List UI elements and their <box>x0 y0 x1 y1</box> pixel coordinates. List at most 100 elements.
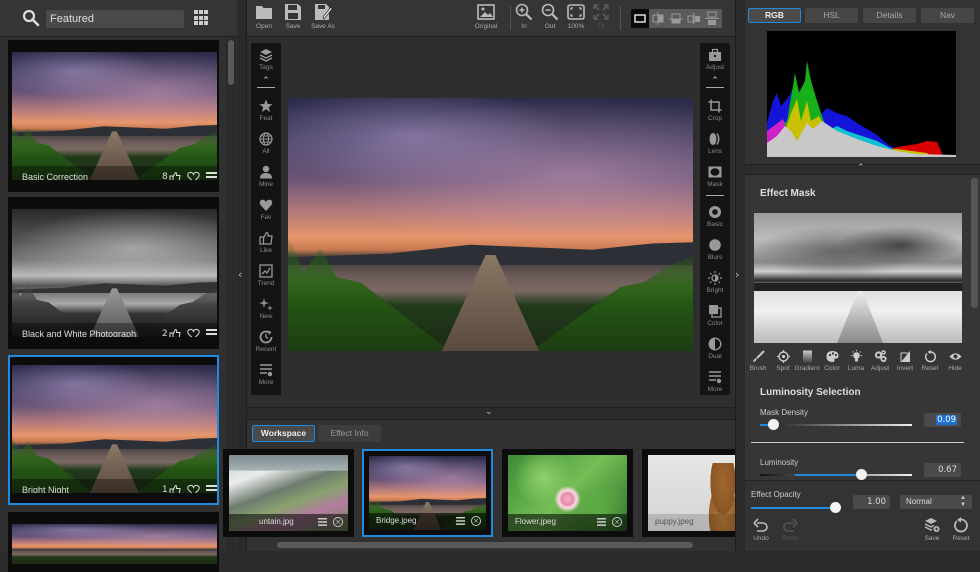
rail-item-dual[interactable]: Dual <box>700 337 730 360</box>
workspace-file[interactable]: Flower.jpeg × <box>502 449 633 537</box>
floppy-disk-icon <box>285 4 301 20</box>
heart-icon[interactable] <box>187 484 200 493</box>
tab-details[interactable]: Details <box>863 8 916 23</box>
preset-card[interactable] <box>8 512 219 572</box>
menu-icon[interactable] <box>597 518 606 526</box>
heart-icon[interactable] <box>187 328 200 337</box>
close-icon[interactable]: × <box>612 517 622 527</box>
rail-item-more[interactable]: More <box>251 363 281 386</box>
menu-icon[interactable] <box>206 485 217 493</box>
undo-button[interactable]: Undo <box>749 517 773 542</box>
thumbs-up-icon[interactable] <box>169 484 181 493</box>
adjustments-scrollbar[interactable] <box>971 178 978 308</box>
rail-item-mask[interactable]: Mask <box>700 165 730 188</box>
rail-item-new[interactable]: New <box>251 297 281 320</box>
view-split-vertical-button[interactable] <box>649 9 667 28</box>
category-field[interactable]: Featured <box>46 10 184 28</box>
effect-opacity-input[interactable]: 1.00 <box>853 495 890 509</box>
workspace-file[interactable]: untain.jpg × <box>223 449 354 537</box>
save-as-button[interactable]: Save As <box>309 3 337 30</box>
rail-item-color[interactable]: Color <box>700 304 730 327</box>
rail-item-tags[interactable]: Tags <box>251 48 281 71</box>
tab-effect-info[interactable]: Effect Info <box>318 425 381 442</box>
tab-hsl[interactable]: HSL <box>805 8 858 23</box>
mask-tool-reset[interactable]: Reset <box>917 350 943 372</box>
luminosity-slider-thumb[interactable] <box>856 469 868 480</box>
rail-item-favorites[interactable]: Fav <box>251 198 281 221</box>
rail-item-lens[interactable]: Lens <box>700 132 730 155</box>
tab-nav[interactable]: Nav <box>921 8 974 23</box>
menu-icon[interactable] <box>318 518 327 526</box>
mask-preview[interactable] <box>754 213 962 343</box>
chevron-right-icon[interactable]: › <box>735 268 739 281</box>
collapse-workspace-button[interactable]: ⌄ <box>247 407 735 420</box>
save-preset-button[interactable]: Save <box>920 517 944 542</box>
main-photo[interactable] <box>288 98 693 351</box>
redo-button[interactable]: Redo <box>778 517 802 542</box>
thumbs-up-icon[interactable] <box>169 171 181 180</box>
rail-item-featured[interactable]: Feat <box>251 99 281 122</box>
preset-card[interactable]: Basic Correction 8 <box>8 40 219 192</box>
preset-card-selected[interactable]: Bright Night 1 <box>8 355 219 505</box>
view-single-button[interactable] <box>631 9 649 28</box>
mask-tool-gradient[interactable]: Gradient <box>792 350 822 372</box>
reset-all-button[interactable]: Reset <box>949 517 973 542</box>
search-icon[interactable] <box>22 9 40 27</box>
zoom-100-button[interactable]: 100% <box>565 3 587 30</box>
mask-density-input[interactable]: 0.09 <box>924 413 961 427</box>
workspace-file[interactable]: puppy.jpeg <box>642 449 742 537</box>
heart-icon[interactable] <box>187 171 200 180</box>
blend-mode-select[interactable]: Normal ▲ ▼ <box>900 495 972 509</box>
view-top-bottom-button[interactable] <box>703 9 721 28</box>
rail-item-more-tools[interactable]: More <box>700 370 730 393</box>
mask-tool-adjust[interactable]: Adjust <box>867 350 893 372</box>
rail-item-liked[interactable]: Like <box>251 231 281 254</box>
menu-icon[interactable] <box>206 329 217 337</box>
zoom-in-button[interactable]: In <box>515 3 533 30</box>
zoom-fit-button[interactable]: Fit <box>592 3 610 30</box>
thumbs-up-icon[interactable] <box>169 328 181 337</box>
rail-item-all[interactable]: All <box>251 132 281 155</box>
luminosity-input[interactable]: 0.67 <box>924 463 961 477</box>
mask-density-slider-track[interactable] <box>760 424 912 426</box>
rail-item-blurs[interactable]: Blurs <box>700 238 730 261</box>
mask-density-slider-thumb[interactable] <box>768 419 780 430</box>
mask-tool-hide[interactable]: Hide <box>942 350 968 372</box>
rail-collapse-up[interactable]: ⌃ <box>251 75 281 86</box>
rail-collapse-up[interactable]: ⌃ <box>700 75 730 86</box>
original-button[interactable]: Original <box>472 3 500 30</box>
close-icon[interactable]: × <box>471 516 481 526</box>
toolbox-icon <box>709 48 721 61</box>
menu-icon[interactable] <box>456 517 465 525</box>
view-split-horizontal-button[interactable] <box>667 9 685 28</box>
tab-rgb[interactable]: RGB <box>748 8 801 23</box>
collapse-histogram-button[interactable]: ⌃ <box>745 163 980 175</box>
mask-tool-invert[interactable]: Invert <box>892 350 918 372</box>
image-canvas[interactable]: Tags ⌃ Feat All Mine Fav Like Trend New … <box>247 37 735 407</box>
save-button[interactable]: Save <box>284 3 302 30</box>
open-button[interactable]: Open <box>255 3 273 30</box>
close-icon[interactable]: × <box>333 517 343 527</box>
presets-scrollbar-thumb[interactable] <box>228 40 234 85</box>
rail-item-basic[interactable]: Basic <box>700 205 730 228</box>
rail-item-crop[interactable]: Crop <box>700 99 730 122</box>
workspace-file-selected[interactable]: Bridge.jpeg × <box>362 449 493 537</box>
rail-item-adjust[interactable]: Adjust <box>700 48 730 71</box>
mask-tool-luma[interactable]: Luma <box>843 350 869 372</box>
view-side-by-side-button[interactable] <box>685 9 703 28</box>
zoom-out-button[interactable]: Out <box>541 3 559 30</box>
rail-item-bright[interactable]: Bright <box>700 271 730 294</box>
mask-tool-brush[interactable]: Brush <box>745 350 771 372</box>
mask-density-label: Mask Density <box>760 408 809 417</box>
rail-item-recent[interactable]: Recent <box>251 330 281 353</box>
rail-item-trending[interactable]: Trend <box>251 264 281 287</box>
menu-icon[interactable] <box>206 172 217 180</box>
grid-view-icon[interactable] <box>194 10 210 26</box>
workspace-scrollbar[interactable] <box>277 542 693 548</box>
preset-card[interactable]: Black and White Photograph 2 <box>8 197 219 349</box>
chevron-left-icon[interactable]: ‹ <box>238 268 242 281</box>
rail-item-mine[interactable]: Mine <box>251 165 281 188</box>
mask-tool-color[interactable]: Color <box>819 350 845 372</box>
tab-workspace[interactable]: Workspace <box>252 425 315 442</box>
effect-opacity-slider-thumb[interactable] <box>829 502 841 513</box>
